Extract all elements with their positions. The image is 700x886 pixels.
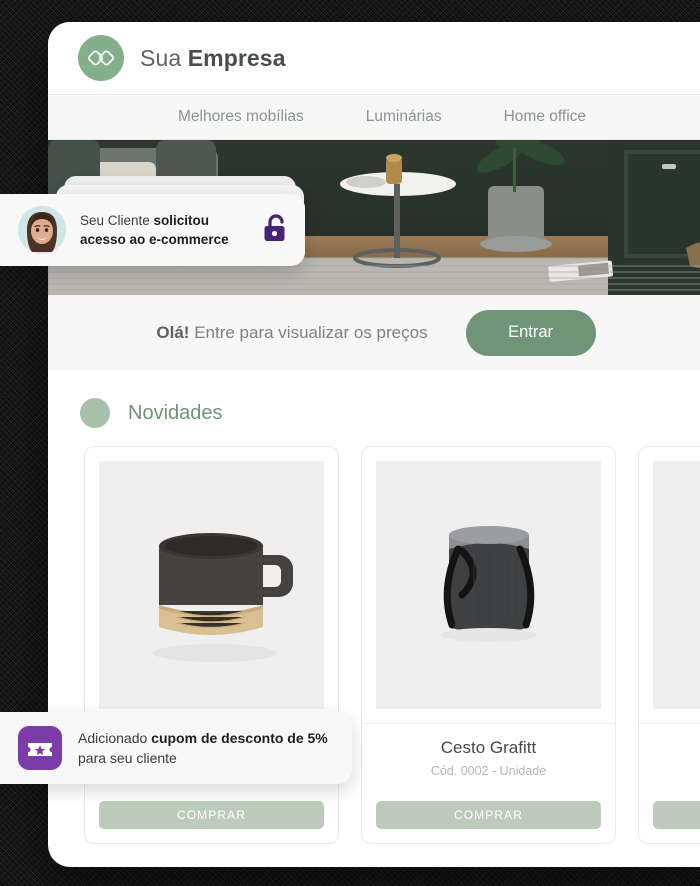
product-info: Cesto Grafitt Cód. 0002 - Unidade [362,724,615,801]
product-code: Cód. 0002 - Unidade [430,764,547,778]
customer-avatar [18,206,66,254]
product-image [99,461,324,709]
product-card[interactable]: COMPRAR [84,446,339,844]
nav-item-luminarias[interactable]: Luminárias [366,108,442,126]
buy-button[interactable]: COMPRAR [653,801,700,829]
section-bullet-icon [80,398,110,428]
section-header-novidades: Novidades [48,370,700,446]
product-name: Cesto Grafitt [440,738,537,757]
graphite-laundry-basket-image [440,525,537,642]
dark-mug-with-wood-base-image [152,532,293,662]
coupon-highlight: cupom de desconto de 5% [151,729,328,746]
access-request-prefix: Seu Cliente [80,212,154,228]
buy-button[interactable]: COMPRAR [99,801,324,829]
main-navigation: Melhores mobílias Luminárias Home office [48,94,700,140]
access-request-toast[interactable]: Seu Cliente solicitou acesso ao e-commer… [0,194,305,266]
coupon-prefix: Adicionado [78,729,152,746]
company-name-bold: Empresa [187,44,286,71]
product-card[interactable]: COMPRAR [638,446,700,844]
coupon-message: Adicionado cupom de desconto de 5% para … [78,728,334,769]
product-image [376,461,601,709]
coupon-added-toast[interactable]: Adicionado cupom de desconto de 5% para … [0,712,352,784]
login-prompt-text: Olá! Entre para visualizar os preços [156,323,427,343]
company-logo-icon[interactable] [78,35,124,81]
nav-item-home-office[interactable]: Home office [504,108,586,126]
coupon-suffix: para seu cliente [78,750,177,766]
site-header: Sua Empresa [48,22,700,94]
product-grid: COMPRAR Cesto Grafitt Cód. 0002 - Unidad… [48,446,700,844]
login-button[interactable]: Entrar [465,309,596,356]
login-subtext: Entre para visualizar os preços [189,322,428,342]
buy-button[interactable]: COMPRAR [376,801,601,829]
nav-item-melhores-mobilias[interactable]: Melhores mobílias [178,108,304,126]
company-name: Sua Empresa [140,45,286,72]
section-title: Novidades [128,401,223,424]
company-name-light: Sua [140,44,188,71]
open-padlock-icon [263,213,289,248]
login-prompt-bar: Olá! Entre para visualizar os preços Ent… [48,295,700,370]
customer-avatar-photo [18,206,66,254]
access-request-message: Seu Cliente solicitou acesso ao e-commer… [80,211,255,249]
product-info [639,724,700,801]
product-placeholder-image [671,493,700,678]
login-greeting: Olá! [156,322,190,342]
discount-ticket-icon [18,726,62,770]
product-image [653,461,700,709]
product-card[interactable]: Cesto Grafitt Cód. 0002 - Unidade COMPRA… [361,446,616,844]
